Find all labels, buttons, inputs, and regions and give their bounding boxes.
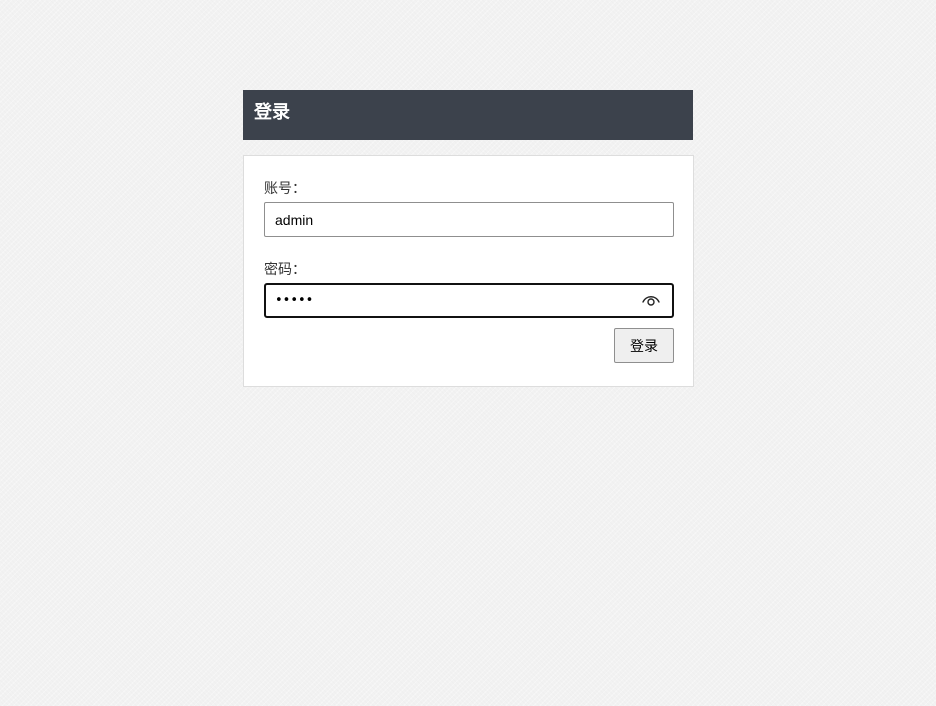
password-field[interactable] [264, 283, 674, 318]
login-title: 登录 [254, 102, 290, 123]
password-label: 密码： [264, 262, 306, 278]
login-form: 账号： 密码： 登录 [243, 155, 694, 387]
password-input[interactable] [266, 285, 644, 316]
account-label: 账号： [264, 181, 306, 197]
login-header: 登录 [243, 90, 693, 140]
login-button[interactable]: 登录 [614, 328, 674, 363]
eye-icon[interactable] [641, 292, 661, 308]
account-input[interactable] [264, 202, 674, 237]
